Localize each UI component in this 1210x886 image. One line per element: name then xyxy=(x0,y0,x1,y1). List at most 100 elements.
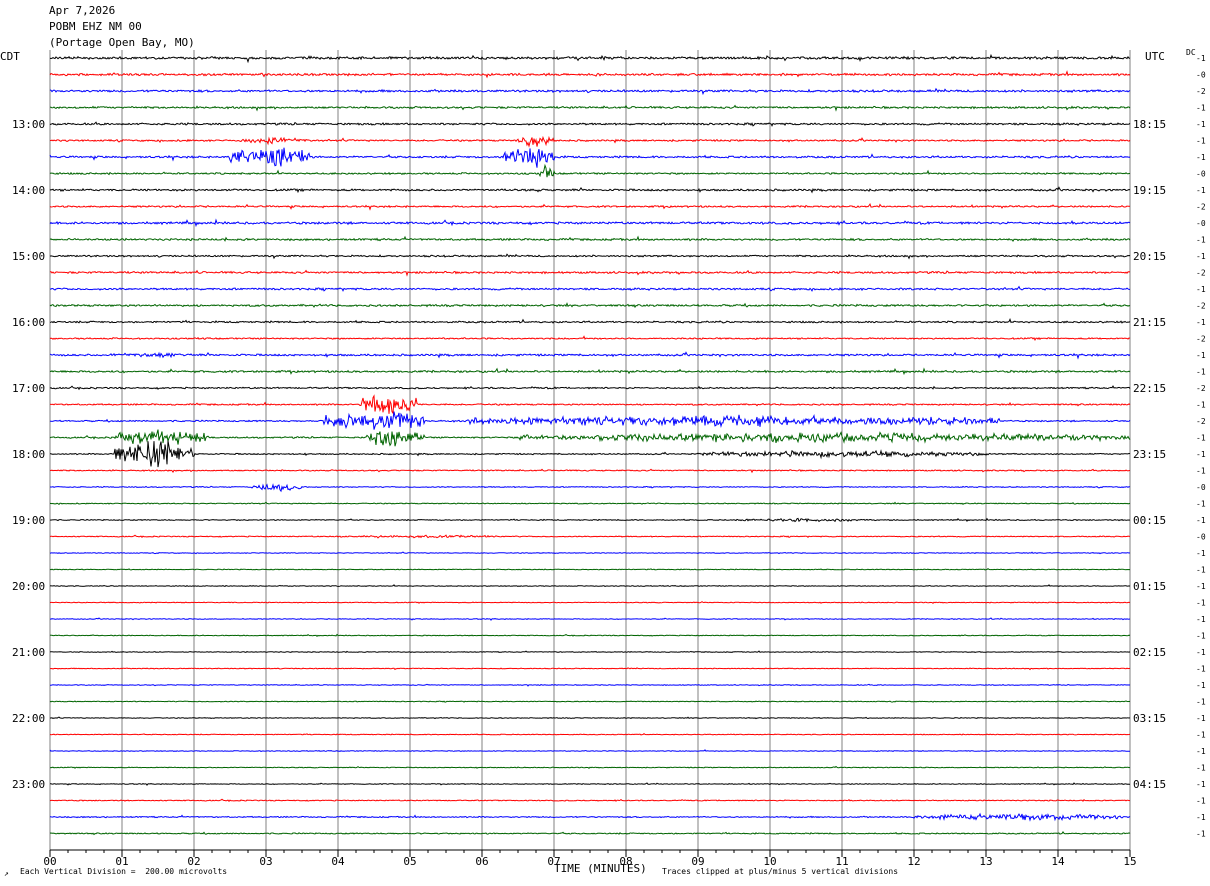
dc-offset-value: -1 xyxy=(1196,582,1206,591)
left-hour-label: 21:00 xyxy=(12,646,45,659)
left-hour-label: 22:00 xyxy=(12,712,45,725)
dc-offset-value: -1 xyxy=(1196,714,1206,723)
dc-offset-value: -0 xyxy=(1196,71,1206,80)
dc-offset-value: -2 xyxy=(1196,335,1206,344)
dc-offset-value: -1 xyxy=(1196,120,1206,129)
trace-row xyxy=(50,440,1131,468)
dc-offset-value: -1 xyxy=(1196,813,1206,822)
right-hour-label: 00:15 xyxy=(1133,514,1166,527)
scale-note: Each Vertical Division = 200.00 microvol… xyxy=(20,867,228,876)
trace-row xyxy=(49,429,1131,447)
dc-offset-value: -1 xyxy=(1196,54,1206,63)
trace-row xyxy=(50,483,1131,493)
axis-labels: 00 01 02 03 04 05 06 07 08 09 10 11 12 13 14 15-1-0-2-1… xyxy=(12,54,1206,868)
left-hour-label: 16:00 xyxy=(12,316,45,329)
header-channel: POBM EHZ NM 00 xyxy=(49,20,142,33)
dc-offset-value: -1 xyxy=(1196,137,1206,146)
left-hour-label: 14:00 xyxy=(12,184,45,197)
trace-row xyxy=(49,202,1131,211)
dc-offset-value: -2 xyxy=(1196,203,1206,212)
right-hour-label: 04:15 xyxy=(1133,778,1166,791)
left-hour-label: 17:00 xyxy=(12,382,45,395)
dc-offset-value: -0 xyxy=(1196,219,1206,228)
dc-offset-value: -1 xyxy=(1196,549,1206,558)
dc-offset-value: -1 xyxy=(1196,516,1206,525)
dc-offset-value: -1 xyxy=(1196,731,1206,740)
trace-row xyxy=(50,667,1131,671)
dc-offset-value: -1 xyxy=(1196,665,1206,674)
trace-row xyxy=(49,285,1131,292)
dc-offset-value: -1 xyxy=(1196,252,1206,261)
trace-row xyxy=(49,749,1130,753)
dc-offset-value: -2 xyxy=(1196,87,1206,96)
dc-offset-value: -1 xyxy=(1196,632,1206,641)
trace-row xyxy=(49,601,1131,604)
trace-row xyxy=(49,765,1131,769)
right-hour-label: 20:15 xyxy=(1133,250,1166,263)
dc-offset-value: -1 xyxy=(1196,747,1206,756)
trace-row xyxy=(49,235,1131,243)
trace-row xyxy=(49,534,1131,539)
trace-row xyxy=(49,831,1131,836)
trace-row xyxy=(49,147,1131,168)
trace-lines xyxy=(49,53,1131,836)
right-hour-label: 22:15 xyxy=(1133,382,1166,395)
dc-offset-value: -1 xyxy=(1196,104,1206,113)
trace-row xyxy=(49,253,1131,260)
helicorder-plot: 00 01 02 03 04 05 06 07 08 09 10 11 12 13 14 15-1-0-2-1… xyxy=(12,50,1206,868)
dc-offset-value: -1 xyxy=(1196,467,1206,476)
dc-offset-value: -2 xyxy=(1196,302,1206,311)
dc-offset-value: -1 xyxy=(1196,615,1206,624)
x-tick-label: 14 xyxy=(1051,855,1065,868)
dc-offset-value: -1 xyxy=(1196,599,1206,608)
trace-row xyxy=(49,798,1131,803)
dc-offset-value: -1 xyxy=(1196,450,1206,459)
left-hour-label: 19:00 xyxy=(12,514,45,527)
trace-row xyxy=(49,318,1131,324)
dc-offset-value: -1 xyxy=(1196,285,1206,294)
right-hour-label: 19:15 xyxy=(1133,184,1166,197)
x-tick-label: 12 xyxy=(907,855,920,868)
x-tick-label: 15 xyxy=(1123,855,1136,868)
dc-offset-value: -1 xyxy=(1196,698,1206,707)
dc-offset-value: -0 xyxy=(1196,533,1206,542)
trace-row xyxy=(49,551,1131,555)
dc-offset-value: -1 xyxy=(1196,434,1206,443)
trace-row xyxy=(49,87,1131,96)
trace-row xyxy=(49,394,1131,415)
dc-offset-value: -1 xyxy=(1196,318,1206,327)
trace-row xyxy=(49,135,1131,148)
header-location: (Portage Open Bay, MO) xyxy=(49,36,195,49)
trace-row xyxy=(49,812,1131,822)
x-tick-label: 05 xyxy=(403,855,416,868)
trace-row xyxy=(49,163,1131,178)
dc-offset-value: -1 xyxy=(1196,401,1206,410)
trace-row xyxy=(49,351,1131,360)
trace-row xyxy=(49,517,1131,523)
left-hour-label: 13:00 xyxy=(12,118,45,131)
right-hour-label: 02:15 xyxy=(1133,646,1166,659)
dc-offset-value: -1 xyxy=(1196,830,1206,839)
left-hour-label: 18:00 xyxy=(12,448,45,461)
dc-offset-value: -1 xyxy=(1196,351,1206,360)
trace-row xyxy=(49,501,1131,506)
dc-offset-value: -2 xyxy=(1196,417,1206,426)
left-hour-label: 23:00 xyxy=(12,778,45,791)
header-date: Apr 7,2026 xyxy=(49,4,116,17)
trace-row xyxy=(49,584,1131,587)
x-tick-label: 13 xyxy=(979,855,992,868)
dc-offset-value: -2 xyxy=(1196,384,1206,393)
trace-row xyxy=(49,70,1131,79)
trace-row xyxy=(49,700,1131,703)
corner-mark: ↗ xyxy=(4,869,9,878)
right-hour-label: 23:15 xyxy=(1133,448,1166,461)
trace-row xyxy=(49,411,1131,430)
dc-offset-value: -1 xyxy=(1196,648,1206,657)
trace-row xyxy=(49,335,1131,341)
dc-offset-value: -0 xyxy=(1196,483,1206,492)
dc-offset-value: -1 xyxy=(1196,368,1206,377)
right-hour-label: 03:15 xyxy=(1133,712,1166,725)
dc-offset-header: DC xyxy=(1186,48,1196,57)
trace-row xyxy=(49,104,1131,112)
dc-offset-value: -2 xyxy=(1196,269,1206,278)
